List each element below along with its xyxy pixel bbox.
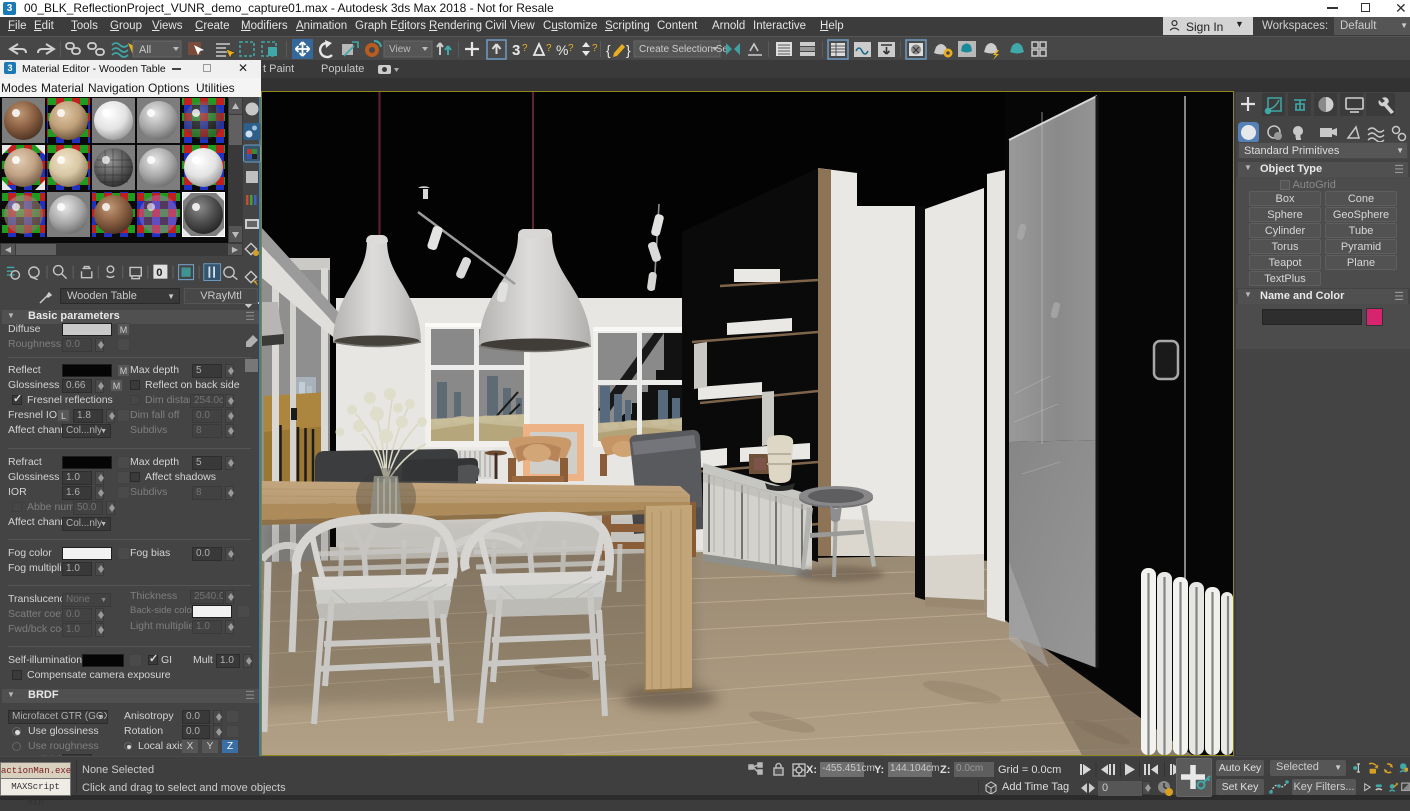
- svg-text:}: }: [626, 42, 631, 58]
- svg-text:All: All: [139, 44, 151, 56]
- svg-text:{: {: [606, 42, 611, 58]
- svg-text:?: ?: [522, 43, 528, 54]
- svg-text:?: ?: [546, 43, 552, 54]
- svg-text:?: ?: [568, 43, 574, 54]
- svg-text:0: 0: [156, 267, 162, 279]
- svg-text:3: 3: [512, 42, 520, 59]
- svg-text:View: View: [389, 44, 411, 55]
- svg-text:%: %: [556, 42, 568, 58]
- svg-text:?: ?: [592, 43, 598, 54]
